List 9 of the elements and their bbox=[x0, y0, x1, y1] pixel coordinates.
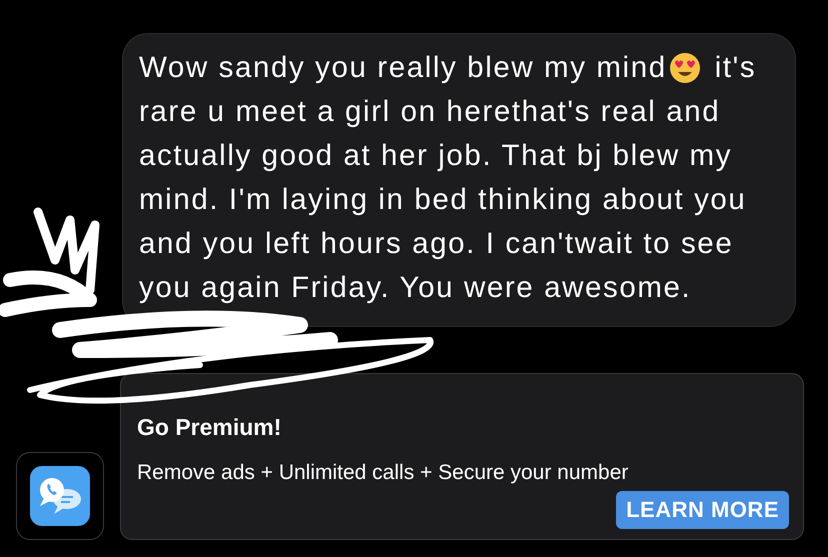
message-text: it's bbox=[714, 50, 756, 86]
app-icon[interactable] bbox=[16, 452, 104, 540]
message-text: Wow sandy you really blew my mind bbox=[139, 50, 667, 86]
chat-bubbles-icon bbox=[30, 466, 90, 526]
learn-more-button[interactable]: LEARN MORE bbox=[616, 491, 789, 529]
message-text: rare u meet a girl on herethat's real and actually good at her job. That bj blew my mind. I'm laying in bed thinking about you and you left hours ago. I can'twait to see you again Friday. You were awesome. bbox=[139, 94, 748, 306]
ad-title: Go Premium! bbox=[137, 414, 282, 441]
heart-eyes-emoji-icon bbox=[668, 52, 701, 84]
ad-description: Remove ads + Unlimited calls + Secure your number bbox=[137, 461, 630, 485]
